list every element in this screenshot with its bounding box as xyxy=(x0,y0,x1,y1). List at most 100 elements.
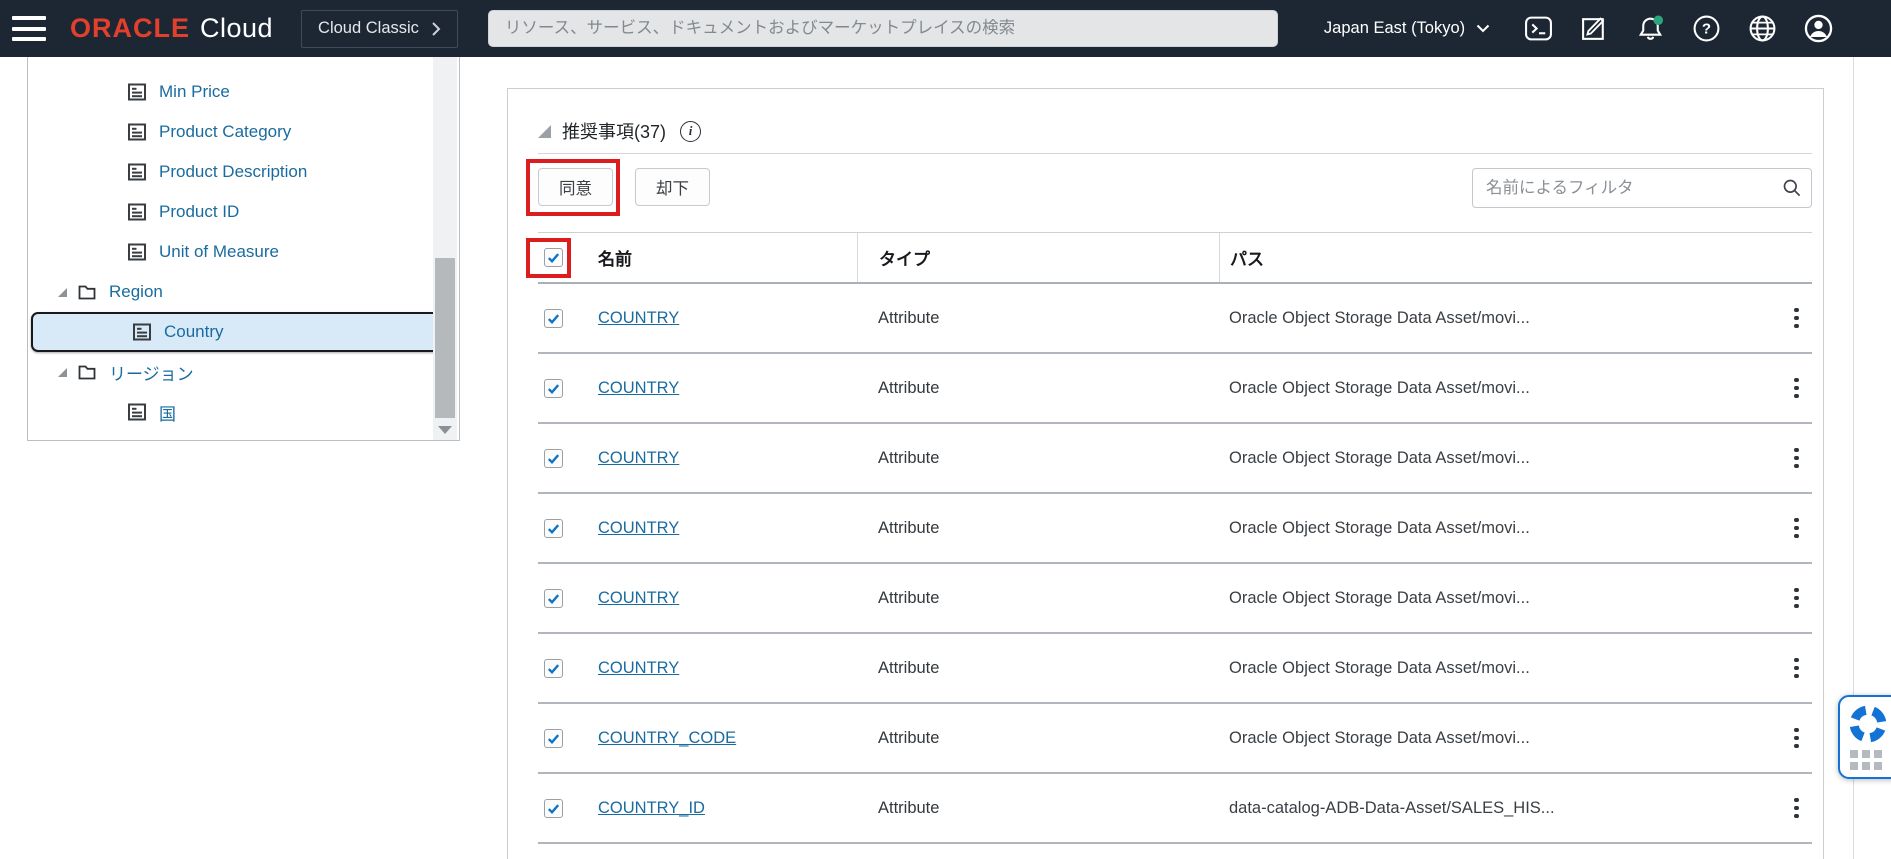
row-path: Oracle Object Storage Data Asset/movi... xyxy=(1219,309,1766,328)
tree-item-label: Min Price xyxy=(159,82,230,102)
row-name-link[interactable]: COUNTRY xyxy=(598,589,679,607)
collapse-triangle-icon[interactable] xyxy=(538,125,551,138)
svg-text:?: ? xyxy=(1702,21,1711,38)
name-filter-input[interactable] xyxy=(1472,168,1812,208)
section-title: 推奨事項(37) xyxy=(562,118,666,144)
row-actions-kebab-icon[interactable] xyxy=(1790,302,1803,334)
row-type: Attribute xyxy=(857,659,1219,678)
data-entity-tree-panel: Min Price Product Category Product Descrip… xyxy=(27,57,460,441)
scrollbar-thumb[interactable] xyxy=(435,258,455,418)
info-icon[interactable]: i xyxy=(680,121,701,142)
search-icon[interactable] xyxy=(1782,178,1802,198)
row-actions-kebab-icon[interactable] xyxy=(1790,792,1803,824)
row-name-link[interactable]: COUNTRY_ID xyxy=(598,799,705,817)
tree-item-country-ja[interactable]: 国 xyxy=(28,392,459,432)
row-name-link[interactable]: COUNTRY_CODE xyxy=(598,729,736,747)
tree-scrollbar[interactable] xyxy=(433,57,457,440)
cloud-classic-button[interactable]: Cloud Classic xyxy=(301,10,458,48)
recommendations-table: 名前 タイプ パス COUNTRYAttributeOracle Object … xyxy=(538,232,1812,844)
edit-icon[interactable] xyxy=(1580,14,1609,43)
column-header-type[interactable]: タイプ xyxy=(857,233,1219,282)
row-actions-kebab-icon[interactable] xyxy=(1790,652,1803,684)
row-type: Attribute xyxy=(857,799,1219,818)
row-type: Attribute xyxy=(857,309,1219,328)
agree-button[interactable]: 同意 xyxy=(538,168,613,206)
row-actions-kebab-icon[interactable] xyxy=(1790,582,1803,614)
attribute-icon xyxy=(127,82,147,102)
expand-triangle-icon[interactable] xyxy=(58,368,67,377)
tree-item-product-category[interactable]: Product Category xyxy=(28,112,459,152)
table-row: COUNTRYAttributeOracle Object Storage Da… xyxy=(538,354,1812,424)
globe-language-icon[interactable] xyxy=(1748,14,1777,43)
oracle-cloud-page: ORACLE Cloud Cloud Classic Japan East (T… xyxy=(0,0,1891,859)
tree-item-country[interactable]: Country xyxy=(31,312,442,352)
row-type: Attribute xyxy=(857,519,1219,538)
hamburger-menu-icon[interactable] xyxy=(12,16,46,41)
row-path: Oracle Object Storage Data Asset/movi... xyxy=(1219,589,1766,608)
reject-button[interactable]: 却下 xyxy=(635,168,710,206)
action-buttons: 同意 却下 xyxy=(538,168,710,206)
row-checkbox[interactable] xyxy=(544,379,563,398)
select-all-checkbox[interactable] xyxy=(544,248,563,267)
notifications-bell-icon[interactable] xyxy=(1636,14,1665,43)
oracle-cloud-logo[interactable]: ORACLE Cloud xyxy=(70,13,273,44)
recommendations-card: 推奨事項(37) i 同意 却下 xyxy=(507,88,1824,859)
table-row: COUNTRYAttributeOracle Object Storage Da… xyxy=(538,564,1812,634)
agree-button-annotation: 同意 xyxy=(538,168,613,206)
tree-item-label: Product Category xyxy=(159,122,291,142)
tree-item-product-id[interactable]: Product ID xyxy=(28,192,459,232)
column-header-path[interactable]: パス xyxy=(1219,233,1766,282)
row-checkbox[interactable] xyxy=(544,449,563,468)
table-header-row: 名前 タイプ パス xyxy=(538,232,1812,284)
row-name-link[interactable]: COUNTRY xyxy=(598,379,679,397)
attribute-icon xyxy=(127,122,147,142)
row-name-link[interactable]: COUNTRY xyxy=(598,309,679,327)
row-checkbox[interactable] xyxy=(544,729,563,748)
row-checkbox[interactable] xyxy=(544,309,563,328)
support-assistant-widget[interactable] xyxy=(1838,695,1891,779)
region-selector[interactable]: Japan East (Tokyo) xyxy=(1318,18,1496,39)
row-path: data-catalog-ADB-Data-Asset/SALES_HIS... xyxy=(1219,799,1766,818)
cloud-shell-icon[interactable] xyxy=(1524,14,1553,43)
filter-field xyxy=(1472,168,1812,208)
tree-item-label: Region xyxy=(109,282,163,302)
row-actions-kebab-icon[interactable] xyxy=(1790,722,1803,754)
help-icon[interactable]: ? xyxy=(1692,14,1721,43)
tree-item-label: Unit of Measure xyxy=(159,242,279,262)
row-checkbox[interactable] xyxy=(544,799,563,818)
row-path: Oracle Object Storage Data Asset/movi... xyxy=(1219,659,1766,678)
tree-item-label: リージョン xyxy=(109,360,194,385)
row-name-link[interactable]: COUNTRY xyxy=(598,659,679,677)
global-search-input[interactable] xyxy=(488,10,1278,47)
row-actions-kebab-icon[interactable] xyxy=(1790,442,1803,474)
row-checkbox[interactable] xyxy=(544,589,563,608)
tree-item-region-ja[interactable]: リージョン xyxy=(28,352,459,392)
row-name-link[interactable]: COUNTRY xyxy=(598,519,679,537)
region-label: Japan East (Tokyo) xyxy=(1324,19,1465,38)
scrollbar-down-arrow-icon[interactable] xyxy=(438,426,452,434)
tree-item-product-description[interactable]: Product Description xyxy=(28,152,459,192)
chevron-down-icon xyxy=(1476,24,1490,33)
column-header-name[interactable]: 名前 xyxy=(598,233,857,282)
row-checkbox[interactable] xyxy=(544,659,563,678)
table-row: COUNTRY_ID Attributedata-catalog-ADB-Data… xyxy=(538,774,1812,844)
section-header: 推奨事項(37) i xyxy=(508,89,1823,153)
attribute-icon xyxy=(127,242,147,262)
topbar-icon-group: ? xyxy=(1524,14,1833,43)
tree-item-unit-of-measure[interactable]: Unit of Measure xyxy=(28,232,459,272)
row-name-link[interactable]: COUNTRY xyxy=(598,449,679,467)
table-row: COUNTRY AttributeOracle Object Storage Da… xyxy=(538,284,1812,354)
row-checkbox[interactable] xyxy=(544,519,563,538)
cloud-classic-label: Cloud Classic xyxy=(318,19,419,38)
tree-item-label: Country xyxy=(164,322,224,342)
top-header: ORACLE Cloud Cloud Classic Japan East (T… xyxy=(0,0,1891,57)
logo-oracle-text: ORACLE xyxy=(70,13,190,44)
row-actions-kebab-icon[interactable] xyxy=(1790,372,1803,404)
row-actions-kebab-icon[interactable] xyxy=(1790,512,1803,544)
row-type: Attribute xyxy=(857,729,1219,748)
tree-item-min-price[interactable]: Min Price xyxy=(28,72,459,112)
tree-item-region[interactable]: Region xyxy=(28,272,459,312)
expand-triangle-icon[interactable] xyxy=(58,288,67,297)
table-toolbar: 同意 却下 xyxy=(538,153,1812,232)
user-avatar-icon[interactable] xyxy=(1804,14,1833,43)
